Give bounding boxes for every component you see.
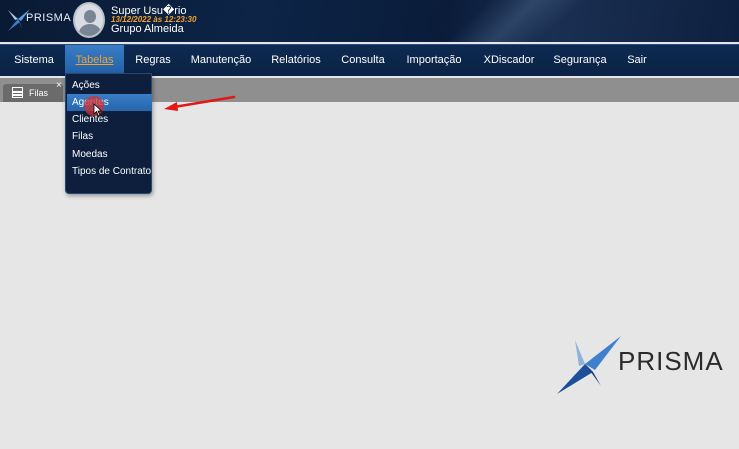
main-menu-bar: Sistema Tabelas Regras Manutenção Relató… bbox=[0, 44, 739, 76]
menu-relatorios[interactable]: Relatórios bbox=[266, 45, 326, 76]
menu-importacao[interactable]: Importação bbox=[400, 45, 468, 76]
prisma-x-logo-icon bbox=[557, 336, 621, 394]
menu-sistema[interactable]: Sistema bbox=[8, 45, 60, 76]
header-shine bbox=[399, 0, 621, 42]
list-icon bbox=[12, 87, 23, 98]
dropdown-item-moedas[interactable]: Moedas bbox=[67, 146, 152, 163]
app-header: PRISMA Super Usu�rio 13/12/2022 às 12:23… bbox=[0, 0, 739, 42]
company-name: Grupo Almeida bbox=[111, 23, 184, 35]
tab-close-button[interactable]: × bbox=[56, 80, 62, 91]
menu-regras[interactable]: Regras bbox=[130, 45, 176, 76]
logo-wordmark-large: PRISMA bbox=[618, 346, 724, 376]
logo-wordmark: PRISMA bbox=[26, 12, 72, 24]
menu-tabelas[interactable]: Tabelas bbox=[65, 45, 124, 76]
dropdown-item-agentes[interactable]: Agentes bbox=[67, 94, 152, 111]
dropdown-item-tipos-contrato[interactable]: Tipos de Contrato bbox=[67, 163, 152, 180]
red-arrow-icon bbox=[164, 95, 236, 111]
user-avatar-icon[interactable] bbox=[73, 2, 105, 38]
prisma-logo-small: PRISMA bbox=[6, 7, 71, 33]
menu-consulta[interactable]: Consulta bbox=[336, 45, 390, 76]
tab-label: Filas bbox=[29, 88, 49, 98]
menu-manutencao[interactable]: Manutenção bbox=[186, 45, 256, 76]
menu-seguranca[interactable]: Segurança bbox=[550, 45, 610, 76]
menu-sair[interactable]: Sair bbox=[620, 45, 654, 76]
tabelas-dropdown: Ações Agentes Clientes Filas Moedas Tipo… bbox=[65, 73, 152, 194]
menu-xdiscador[interactable]: XDiscador bbox=[478, 45, 540, 76]
mouse-cursor-icon bbox=[93, 103, 103, 117]
tab-filas[interactable]: Filas × bbox=[3, 80, 63, 102]
prisma-logo-watermark: PRISMA bbox=[555, 334, 730, 396]
dropdown-item-filas[interactable]: Filas bbox=[67, 128, 152, 145]
dropdown-item-clientes[interactable]: Clientes bbox=[67, 111, 152, 128]
dropdown-item-acoes[interactable]: Ações bbox=[67, 77, 152, 94]
